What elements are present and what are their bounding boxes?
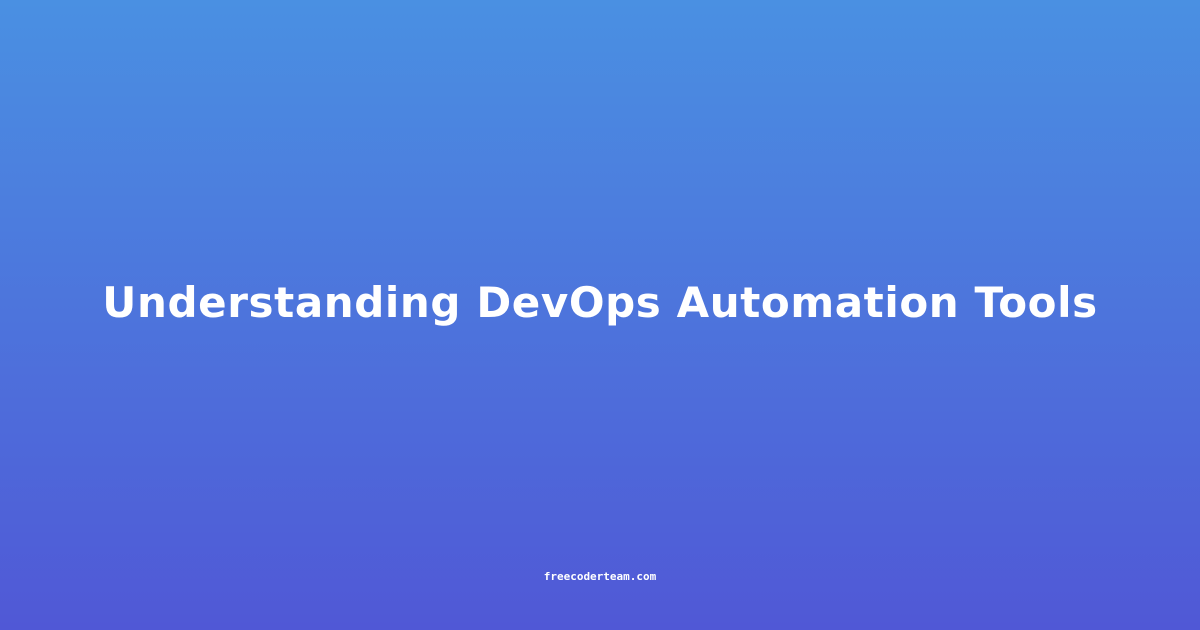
article-title: Understanding DevOps Automation Tools bbox=[102, 278, 1098, 327]
site-domain: freecoderteam.com bbox=[543, 570, 657, 583]
social-card: Understanding DevOps Automation Tools fr… bbox=[0, 0, 1200, 630]
